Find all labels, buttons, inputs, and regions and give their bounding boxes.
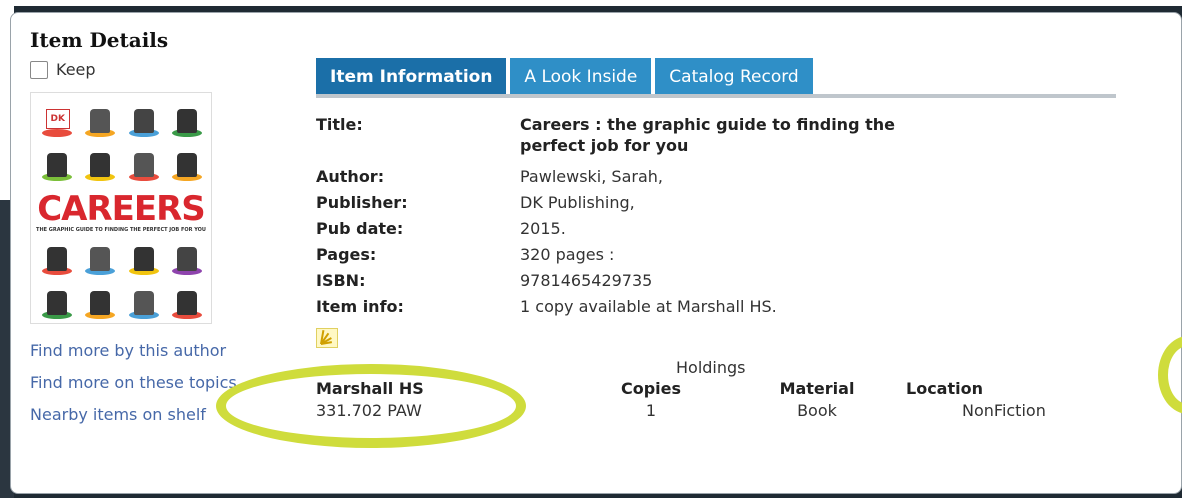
find-more-on-topics-link[interactable]: Find more on these topics	[30, 372, 240, 393]
cover-icons-bottom	[37, 235, 207, 319]
rss-feed-icon[interactable]	[316, 328, 338, 348]
holdings-col-material: Material	[779, 379, 855, 398]
dialog-title: Item Details	[30, 28, 169, 52]
isbn-label: ISBN:	[316, 271, 366, 290]
tab-underline	[316, 94, 1116, 98]
holdings-heading: Holdings	[676, 358, 746, 377]
nearby-items-link[interactable]: Nearby items on shelf	[30, 404, 240, 425]
publisher-label: Publisher:	[316, 193, 408, 212]
title-label: Title:	[316, 115, 363, 134]
tab-bar: Item Information A Look Inside Catalog R…	[316, 58, 813, 96]
author-label: Author:	[316, 167, 385, 186]
cover-subtitle: THE GRAPHIC GUIDE TO FINDING THE PERFECT…	[36, 227, 206, 233]
dk-logo: DK	[45, 109, 70, 129]
author-value: Pawlewski, Sarah,	[520, 167, 663, 186]
publisher-value: DK Publishing,	[520, 193, 635, 212]
pages-label: Pages:	[316, 245, 377, 264]
holdings-material: Book	[797, 401, 837, 420]
book-cover-image: DK CAREERS THE GRAPHIC GUIDE TO FINDING …	[30, 92, 212, 324]
tab-a-look-inside[interactable]: A Look Inside	[510, 58, 652, 96]
background-top-edge	[0, 0, 1182, 6]
cover-icons-top: DK	[37, 97, 207, 181]
title-value: Careers : the graphic guide to finding t…	[520, 115, 895, 155]
pubdate-label: Pub date:	[316, 219, 404, 238]
holdings-col-location: Location	[906, 379, 983, 398]
tab-catalog-record[interactable]: Catalog Record	[655, 58, 813, 96]
cover-title: CAREERS	[37, 189, 206, 229]
keep-control[interactable]: Keep	[30, 60, 96, 79]
pages-value: 320 pages :	[520, 245, 615, 264]
holdings-location: NonFiction	[962, 401, 1046, 420]
find-more-by-author-link[interactable]: Find more by this author	[30, 340, 240, 361]
tab-item-information[interactable]: Item Information	[316, 58, 507, 96]
keep-label: Keep	[56, 60, 96, 79]
side-links: Find more by this author Find more on th…	[30, 340, 240, 436]
iteminfo-value: 1 copy available at Marshall HS.	[520, 297, 777, 316]
item-information-panel: Title: Careers : the graphic guide to fi…	[316, 114, 940, 317]
pubdate-value: 2015.	[520, 219, 566, 238]
highlight-ring	[216, 364, 526, 448]
keep-checkbox[interactable]	[30, 60, 48, 79]
holdings-col-copies: Copies	[620, 379, 682, 398]
iteminfo-label: Item info:	[316, 297, 404, 316]
holdings-copies: 1	[645, 401, 657, 420]
isbn-value: 9781465429735	[520, 271, 653, 290]
